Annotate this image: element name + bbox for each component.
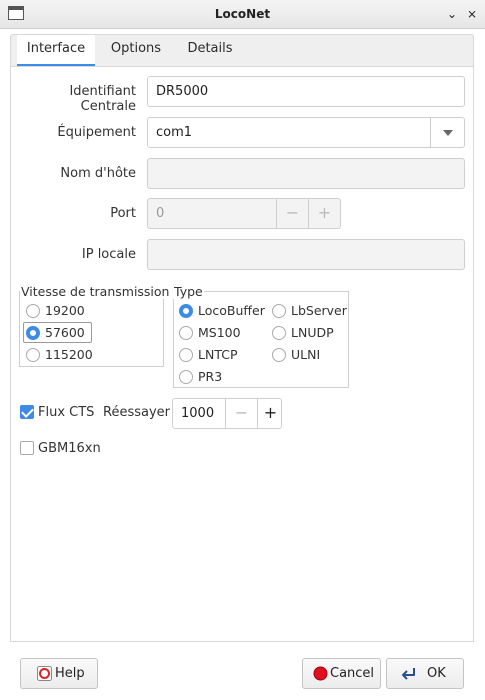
- ip-input[interactable]: [147, 239, 465, 270]
- type-title: Type: [173, 284, 204, 299]
- baud-rate-title: Vitesse de transmission: [20, 284, 171, 299]
- tab-options[interactable]: Options: [101, 35, 171, 67]
- chevron-down-icon[interactable]: [430, 118, 464, 147]
- radio-indicator: [272, 326, 286, 340]
- radio-indicator: [179, 370, 193, 384]
- radio-indicator: [272, 348, 286, 362]
- window-title: LocoNet: [214, 7, 271, 21]
- flux-cts-checkbox[interactable]: [20, 405, 34, 419]
- cancel-icon: [313, 666, 328, 681]
- radio-indicator: [26, 326, 40, 340]
- id-centrale-input[interactable]: DR5000: [147, 76, 465, 107]
- tab-interface[interactable]: Interface: [17, 35, 95, 67]
- gbm16xn-checkbox[interactable]: [20, 441, 34, 455]
- minimize-icon[interactable]: ⌄: [444, 5, 460, 23]
- ok-button[interactable]: OK: [386, 658, 464, 689]
- radio-indicator: [179, 348, 193, 362]
- tab-details[interactable]: Details: [175, 35, 245, 67]
- ip-label: IP locale: [81, 247, 136, 262]
- help-button[interactable]: Help: [20, 658, 98, 689]
- help-label: Help: [55, 666, 85, 681]
- radio-indicator: [272, 304, 286, 318]
- equipement-value: com1: [156, 125, 193, 140]
- port-spinbox[interactable]: 0 − +: [147, 198, 341, 229]
- cancel-button[interactable]: Cancel: [302, 658, 381, 689]
- retry-increment-button[interactable]: +: [257, 399, 283, 428]
- equipement-label: Équipement: [57, 125, 136, 140]
- help-icon: [37, 666, 52, 681]
- equipement-combo[interactable]: com1: [147, 117, 465, 148]
- ok-arrow-icon: [402, 668, 415, 680]
- flux-cts-label: Flux CTS: [38, 405, 95, 420]
- close-icon[interactable]: ⨯: [464, 5, 480, 23]
- ok-label: OK: [427, 666, 446, 681]
- tab-bar: Interface Options Details: [10, 34, 474, 67]
- radio-indicator: [26, 304, 40, 318]
- port-decrement-button[interactable]: −: [276, 199, 308, 228]
- cancel-label: Cancel: [330, 666, 375, 681]
- radio-indicator: [179, 326, 193, 340]
- port-label: Port: [110, 206, 136, 221]
- id-centrale-label: Identifiant Centrale: [69, 84, 136, 114]
- host-input[interactable]: [147, 158, 465, 189]
- port-value: 0: [156, 206, 165, 221]
- host-label: Nom d'hôte: [60, 166, 136, 181]
- radio-indicator: [179, 304, 193, 318]
- retry-spinbox[interactable]: 1000 − +: [172, 398, 282, 429]
- retry-decrement-button[interactable]: −: [225, 399, 257, 428]
- title-bar: LocoNet ⌄ ⨯: [0, 0, 485, 29]
- retry-label: Réessayer: [103, 405, 170, 420]
- radio-indicator: [26, 348, 40, 362]
- retry-value: 1000: [181, 406, 215, 421]
- port-increment-button[interactable]: +: [308, 199, 340, 228]
- gbm16xn-label: GBM16xn: [38, 441, 101, 456]
